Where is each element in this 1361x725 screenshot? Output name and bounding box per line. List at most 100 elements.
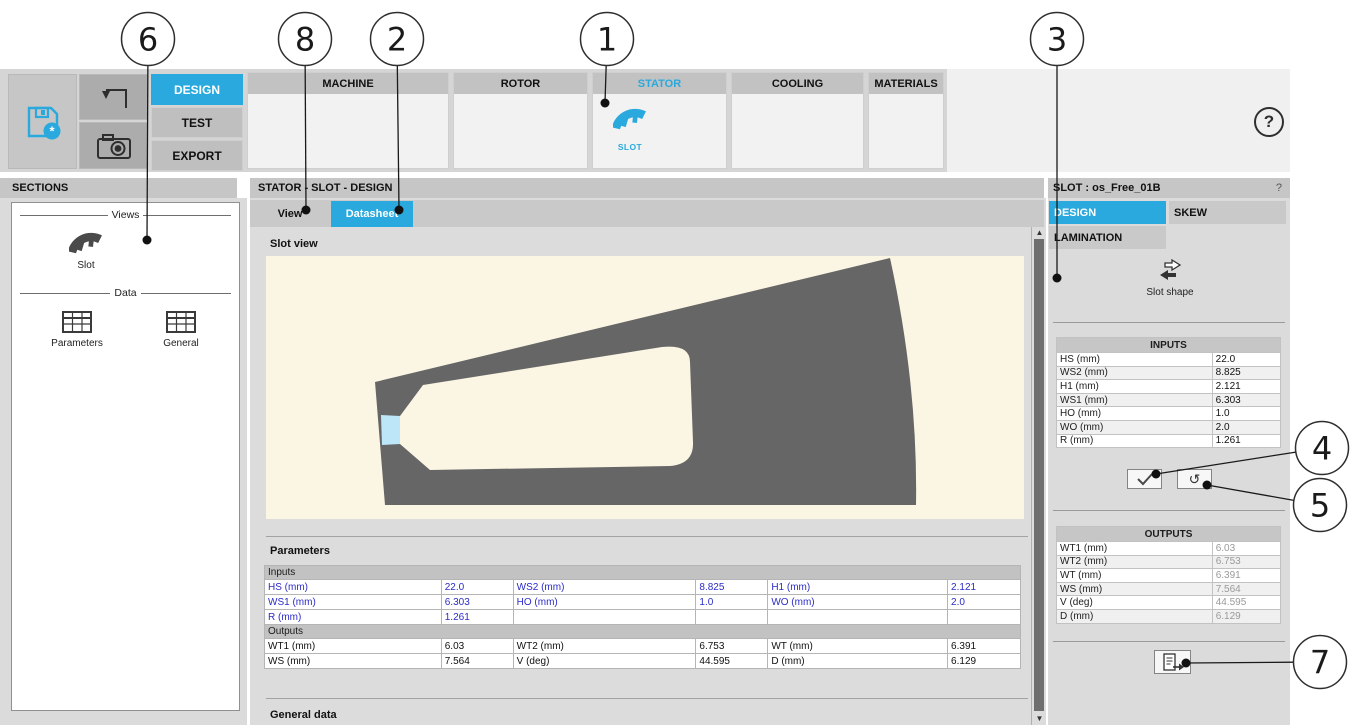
reset-button[interactable]: ↺ [1177,469,1212,489]
stator-slot-item[interactable]: SLOT [607,103,653,152]
machine-panel[interactable]: MACHINE [247,72,449,169]
table-row: WT1 (mm)6.03WT2 (mm)6.753WT (mm)6.391 [265,639,1021,654]
callout-circle [581,13,634,66]
vertical-scrollbar[interactable]: ▲ ▼ [1031,227,1046,725]
table-icon [61,309,93,335]
export-mode-button[interactable]: EXPORT [151,140,243,171]
test-mode-button[interactable]: TEST [151,107,243,138]
tab-lamination[interactable]: LAMINATION [1049,226,1166,249]
parameter-label: R (mm) [1057,434,1213,448]
parameter-value[interactable]: 6.303 [441,595,513,610]
sidebar-item-parameters[interactable]: Parameters [42,309,112,349]
parameter-value[interactable]: 22.0 [441,580,513,595]
inputs-table: INPUTSHS (mm)22.0WS2 (mm)8.825H1 (mm)2.1… [1056,337,1281,448]
slot-icon [69,227,103,257]
sidebar-item-slot[interactable]: Slot [54,227,118,271]
scroll-up-arrow-icon[interactable]: ▲ [1032,228,1047,238]
scroll-down-arrow-icon[interactable]: ▼ [1032,714,1047,724]
parameter-value[interactable]: 2.0 [948,595,1021,610]
callout-circle [1294,479,1347,532]
parameter-value[interactable]: 8.825 [1212,366,1280,380]
outputs-table-header: OUTPUTS [1057,527,1281,542]
table-row: HS (mm)22.0 [1057,353,1281,367]
save-button[interactable]: * [8,74,77,169]
parameter-value[interactable]: 2.121 [948,580,1021,595]
callout-number: 2 [387,21,407,59]
parameters-section-row: Inputs [265,566,1021,580]
stator-panel[interactable]: STATOR SLOT [592,72,727,169]
callout-number: 1 [597,21,617,59]
parameter-label: WS (mm) [265,654,442,669]
table-row: WS2 (mm)8.825 [1057,366,1281,380]
panel-divider [1053,510,1285,511]
parameter-value[interactable]: 2.0 [1212,420,1280,434]
help-button[interactable]: ? [1254,107,1284,137]
parameter-value[interactable]: 2.121 [1212,380,1280,394]
section-divider [266,698,1028,699]
export-report-icon [1161,652,1185,672]
parameters-section-label: Outputs [265,625,1021,639]
parameter-value[interactable]: 6.303 [1212,393,1280,407]
parameter-value[interactable]: 1.0 [1212,407,1280,421]
sections-panel: Views Slot Data Parameters [11,202,240,711]
parameter-value[interactable]: 8.825 [696,580,768,595]
parameter-value[interactable]: 1.0 [696,595,768,610]
camera-icon [94,131,134,161]
table-title: OUTPUTS [1057,527,1281,542]
slot-shape-tool[interactable]: Slot shape [1128,258,1212,298]
parameter-value: 6.391 [948,639,1021,654]
parameter-value: 6.753 [1212,555,1280,569]
apply-button[interactable] [1127,469,1162,489]
scrollbar-thumb[interactable] [1034,239,1044,711]
parameter-value: 7.564 [1212,582,1280,596]
parameter-value: 6.03 [1212,542,1280,556]
screenshot-button[interactable] [79,122,148,169]
sidebar-item-general[interactable]: General [146,309,216,349]
parameter-label: WT (mm) [1057,569,1213,583]
parameter-label: WT2 (mm) [1057,555,1213,569]
parameter-label: H1 (mm) [768,580,948,595]
views-group-label: Views [20,209,231,221]
sidebar-item-slot-label: Slot [54,260,118,271]
general-data-heading: General data [270,709,337,721]
design-mode-button[interactable]: DESIGN [151,74,243,105]
parameter-label: D (mm) [1057,609,1213,623]
parameter-label: WS1 (mm) [265,595,442,610]
materials-panel[interactable]: MATERIALS [868,72,944,169]
slot-panel-header-bar: SLOT : os_Free_01B ? [1048,178,1290,198]
parameter-label: WS2 (mm) [1057,366,1213,380]
tab-design[interactable]: DESIGN [1049,201,1166,224]
parameter-value[interactable]: 1.261 [1212,434,1280,448]
parameter-label: WS (mm) [1057,582,1213,596]
machine-panel-title[interactable]: MACHINE [248,73,448,94]
callout-circle [1296,422,1349,475]
application-window: * DESIGN TEST EXPORT MACHINE ROTOR STATO… [0,0,1361,725]
datasheet-tab[interactable]: Datasheet [331,201,413,227]
parameter-label: HS (mm) [1057,353,1213,367]
outputs-table: OUTPUTSWT1 (mm)6.03WT2 (mm)6.753WT (mm)6… [1056,526,1281,624]
rotor-panel[interactable]: ROTOR [453,72,588,169]
callout-number: 8 [295,21,315,59]
sidebar-item-parameters-label: Parameters [42,338,112,349]
rotor-panel-title[interactable]: ROTOR [454,73,587,94]
parameter-value[interactable]: 1.261 [441,610,513,625]
table-row: WS (mm)7.564 [1057,582,1281,596]
undo-button[interactable] [79,74,148,120]
inputs-table-header: INPUTS [1057,338,1281,353]
tab-skew[interactable]: SKEW [1169,201,1286,224]
slot-panel-help[interactable]: ? [1276,182,1290,194]
parameter-label: WT1 (mm) [1057,542,1213,556]
sidebar-item-general-label: General [146,338,216,349]
table-title: INPUTS [1057,338,1281,353]
stator-panel-title[interactable]: STATOR [593,73,726,94]
cooling-panel[interactable]: COOLING [731,72,864,169]
export-report-button[interactable] [1154,650,1191,674]
parameter-label: HO (mm) [1057,407,1213,421]
slot-opening [381,415,400,445]
parameter-label: V (deg) [513,654,696,669]
cooling-panel-title[interactable]: COOLING [732,73,863,94]
view-tab[interactable]: View [252,201,328,227]
parameter-value[interactable]: 22.0 [1212,353,1280,367]
table-row: WT2 (mm)6.753 [1057,555,1281,569]
materials-panel-title[interactable]: MATERIALS [869,73,943,94]
